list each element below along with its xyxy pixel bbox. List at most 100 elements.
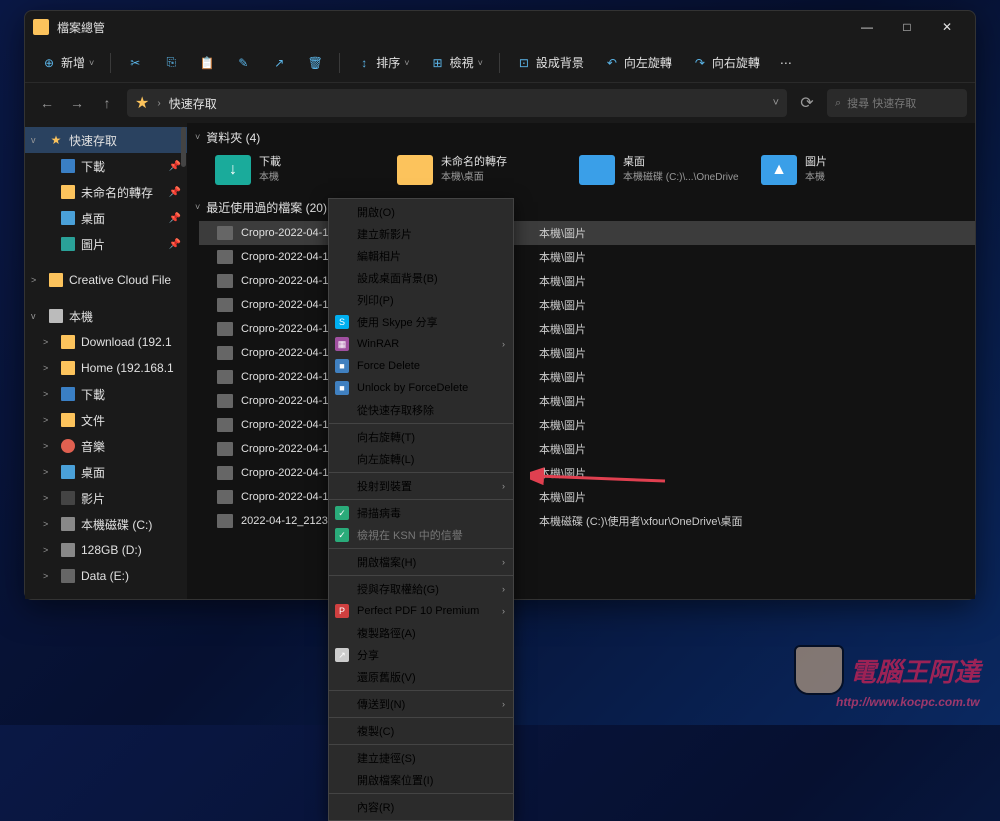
- pin-icon: 📌: [169, 161, 181, 172]
- expand-icon: v: [31, 135, 43, 145]
- menu-item[interactable]: 從快速存取移除: [329, 399, 513, 421]
- folder-item[interactable]: 桌面本機磁碟 (C:)\...\OneDrive: [579, 155, 749, 185]
- cut-icon: ✂: [127, 55, 143, 71]
- recent-header[interactable]: ˅ 最近使用過的檔案 (20): [187, 193, 975, 221]
- delete-button[interactable]: 🗑: [299, 48, 331, 78]
- rename-button[interactable]: ✎: [227, 48, 259, 78]
- refresh-button[interactable]: ⟳: [793, 89, 821, 117]
- chevron-down-icon[interactable]: ˅: [773, 97, 779, 109]
- sidebar-item[interactable]: >Download (192.1: [25, 329, 187, 355]
- file-row[interactable]: Cropro-2022-04-13-09本機\圖片: [199, 245, 975, 269]
- file-row[interactable]: Cropro-2022-04-13-09本機\圖片: [199, 413, 975, 437]
- sidebar-item[interactable]: >桌面: [25, 459, 187, 485]
- menu-item[interactable]: 投射到裝置›: [329, 475, 513, 497]
- file-row[interactable]: Cropro-2022-04-13-09本機\圖片: [199, 221, 975, 245]
- folders-header[interactable]: ˅ 資料夾 (4): [187, 123, 975, 151]
- file-row[interactable]: Cropro-2022-04-13-08本機\圖片: [199, 485, 975, 509]
- scrollbar[interactable]: [181, 127, 186, 167]
- sidebar-item[interactable]: >下載: [25, 381, 187, 407]
- menu-item[interactable]: S使用 Skype 分享: [329, 311, 513, 333]
- menu-item[interactable]: 編輯相片: [329, 245, 513, 267]
- menu-item-icon: S: [335, 315, 349, 329]
- cut-button[interactable]: ✂: [119, 48, 151, 78]
- menu-item[interactable]: 設成桌面背景(B): [329, 267, 513, 289]
- menu-item[interactable]: ✓掃描病毒: [329, 502, 513, 524]
- menu-item[interactable]: PPerfect PDF 10 Premium›: [329, 600, 513, 622]
- menu-item[interactable]: ■Force Delete: [329, 355, 513, 377]
- file-row[interactable]: Cropro-2022-04-13-09本機\圖片: [199, 293, 975, 317]
- sidebar-item[interactable]: >128GB (D:): [25, 537, 187, 563]
- file-row[interactable]: 2022-04-12_212338本機磁碟 (C:)\使用者\xfour\One…: [199, 509, 975, 533]
- chevron-right-icon: ›: [502, 339, 505, 349]
- file-list: Cropro-2022-04-13-09本機\圖片Cropro-2022-04-…: [187, 221, 975, 533]
- file-row[interactable]: Cropro-2022-04-13-08本機\圖片: [199, 461, 975, 485]
- file-row[interactable]: Cropro-2022-04-13-09本機\圖片: [199, 317, 975, 341]
- sidebar-item[interactable]: >Home (192.168.1: [25, 355, 187, 381]
- sidebar-item[interactable]: v本機: [25, 303, 187, 329]
- search-input[interactable]: ⌕ 搜尋 快速存取: [827, 89, 967, 117]
- menu-item[interactable]: ✓檢視在 KSN 中的信譽: [329, 524, 513, 546]
- menu-item[interactable]: 複製(C): [329, 720, 513, 742]
- menu-item[interactable]: ■Unlock by ForceDelete: [329, 377, 513, 399]
- expand-icon: >: [43, 415, 55, 425]
- menu-item[interactable]: 傳送到(N)›: [329, 693, 513, 715]
- sidebar-item[interactable]: 圖片📌: [25, 231, 187, 257]
- file-row[interactable]: Cropro-2022-04-13-09本機\圖片: [199, 341, 975, 365]
- new-button[interactable]: ⊕ 新增 ˅: [33, 48, 102, 78]
- window-title: 檔案總管: [57, 19, 847, 36]
- menu-item-label: 設成桌面背景(B): [357, 270, 438, 286]
- menu-item-icon: ✓: [335, 528, 349, 542]
- sidebar-item[interactable]: >影片: [25, 485, 187, 511]
- menu-item[interactable]: 建立捷徑(S): [329, 747, 513, 769]
- menu-item[interactable]: ↗分享: [329, 644, 513, 666]
- sort-button[interactable]: ↕排序˅: [348, 48, 417, 78]
- file-row[interactable]: Cropro-2022-04-13-09本機\圖片: [199, 365, 975, 389]
- menu-item[interactable]: 授與存取權給(G)›: [329, 578, 513, 600]
- address-input[interactable]: ★ › 快速存取 ˅: [127, 89, 787, 117]
- copy-button[interactable]: ⎘: [155, 48, 187, 78]
- menu-item[interactable]: 開啟檔案位置(I): [329, 769, 513, 791]
- set-bg-button[interactable]: ⊡設成背景: [508, 48, 592, 78]
- up-button[interactable]: ↑: [93, 89, 121, 117]
- menu-item[interactable]: 列印(P): [329, 289, 513, 311]
- folder-item[interactable]: ↓下載本機: [215, 155, 385, 185]
- minimize-button[interactable]: —: [847, 11, 887, 43]
- menu-item[interactable]: 開啟檔案(H)›: [329, 551, 513, 573]
- sidebar-item[interactable]: v ★ 快速存取: [25, 127, 187, 153]
- menu-item[interactable]: 向右旋轉(T): [329, 426, 513, 448]
- menu-item[interactable]: 向左旋轉(L): [329, 448, 513, 470]
- close-button[interactable]: ✕: [927, 11, 967, 43]
- rotate-left-button[interactable]: ↶向左旋轉: [596, 48, 680, 78]
- menu-item[interactable]: 還原舊版(V): [329, 666, 513, 688]
- folder-item[interactable]: ▲圖片本機: [761, 155, 931, 185]
- file-row[interactable]: Cropro-2022-04-13-09本機\圖片: [199, 389, 975, 413]
- sidebar-item[interactable]: 下載📌: [25, 153, 187, 179]
- maximize-button[interactable]: □: [887, 11, 927, 43]
- more-button[interactable]: ⋯: [772, 48, 800, 78]
- folder-item[interactable]: 未命名的轉存本機\桌面: [397, 155, 567, 185]
- menu-item[interactable]: 複製路徑(A): [329, 622, 513, 644]
- menu-item[interactable]: ▦WinRAR›: [329, 333, 513, 355]
- forward-button[interactable]: →: [63, 89, 91, 117]
- star-icon: ★: [49, 133, 63, 147]
- menu-item[interactable]: 內容(R): [329, 796, 513, 818]
- file-row[interactable]: Cropro-2022-04-13-08本機\圖片: [199, 437, 975, 461]
- sidebar-item[interactable]: >本機磁碟 (C:): [25, 511, 187, 537]
- sidebar-item[interactable]: 未命名的轉存📌: [25, 179, 187, 205]
- menu-item[interactable]: 開啟(O): [329, 201, 513, 223]
- sidebar-item[interactable]: >Data (E:): [25, 563, 187, 589]
- sidebar-item[interactable]: >Creative Cloud File: [25, 267, 187, 293]
- rotate-left-icon: ↶: [604, 55, 620, 71]
- paste-button[interactable]: 📋: [191, 48, 223, 78]
- view-button[interactable]: ⊞檢視˅: [422, 48, 491, 78]
- sidebar-item[interactable]: >音樂: [25, 433, 187, 459]
- file-row[interactable]: Cropro-2022-04-13-09本機\圖片: [199, 269, 975, 293]
- rotate-right-button[interactable]: ↷向右旋轉: [684, 48, 768, 78]
- sidebar-item[interactable]: >文件: [25, 407, 187, 433]
- back-button[interactable]: ←: [33, 89, 61, 117]
- menu-item[interactable]: 建立新影片: [329, 223, 513, 245]
- sidebar-item[interactable]: 桌面📌: [25, 205, 187, 231]
- fold-music-icon: [61, 439, 75, 453]
- sidebar-item-label: 快速存取: [69, 132, 117, 149]
- share-button[interactable]: ↗: [263, 48, 295, 78]
